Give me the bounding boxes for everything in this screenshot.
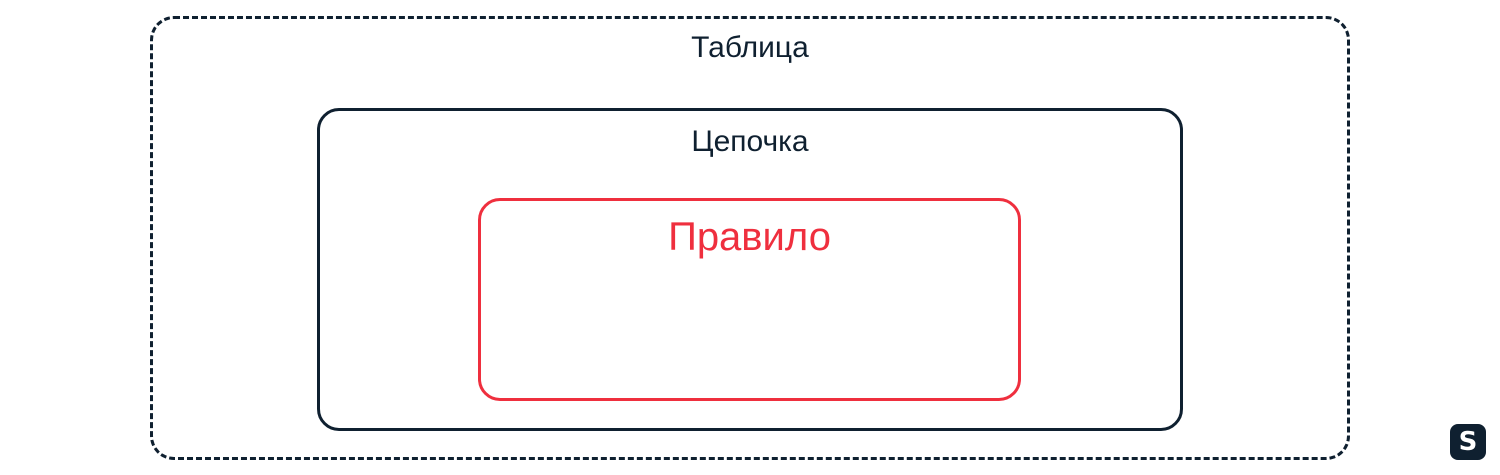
chain-label: Цепочка: [691, 125, 809, 158]
table-label: Таблица: [691, 31, 809, 64]
rule-container: Правило: [478, 198, 1021, 401]
s-logo-icon: S: [1450, 424, 1486, 460]
rule-label: Правило: [668, 215, 831, 259]
